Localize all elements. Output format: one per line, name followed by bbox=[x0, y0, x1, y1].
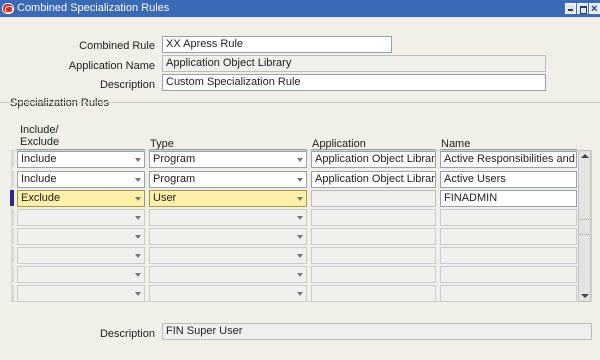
application-field[interactable] bbox=[311, 285, 436, 302]
name-field[interactable] bbox=[440, 228, 577, 245]
type-dropdown[interactable] bbox=[149, 228, 307, 245]
record-indicator[interactable] bbox=[11, 209, 14, 225]
include-exclude-dropdown[interactable]: Include bbox=[17, 171, 145, 188]
maximize-icon[interactable] bbox=[577, 3, 588, 14]
include-exclude-dropdown[interactable]: Exclude bbox=[17, 190, 145, 207]
chevron-down-icon bbox=[297, 292, 303, 296]
scroll-up-icon[interactable] bbox=[580, 152, 589, 161]
name-field[interactable]: FINADMIN bbox=[440, 190, 577, 207]
rules-scrollbar[interactable] bbox=[578, 150, 591, 302]
close-icon[interactable] bbox=[589, 1, 600, 18]
current-record-indicator[interactable] bbox=[10, 190, 14, 206]
minimize-icon[interactable] bbox=[565, 3, 576, 14]
record-indicator[interactable] bbox=[11, 151, 14, 167]
specialization-rules-title: Specialization Rules bbox=[10, 97, 110, 109]
window-titlebar: Combined Specialization Rules bbox=[0, 0, 600, 18]
type-dropdown[interactable]: Program bbox=[149, 171, 307, 188]
chevron-down-icon bbox=[297, 254, 303, 258]
chevron-down-icon bbox=[135, 292, 141, 296]
combined-rule-field[interactable]: XX Apress Rule bbox=[162, 36, 392, 53]
record-indicator[interactable] bbox=[11, 171, 14, 187]
application-field[interactable]: Application Object Library bbox=[311, 151, 436, 168]
include-exclude-dropdown[interactable] bbox=[17, 285, 145, 302]
chevron-down-icon bbox=[297, 216, 303, 220]
section-divider bbox=[0, 102, 600, 103]
type-dropdown[interactable] bbox=[149, 266, 307, 283]
chevron-down-icon bbox=[297, 273, 303, 277]
chevron-down-icon bbox=[135, 178, 141, 182]
chevron-down-icon bbox=[135, 235, 141, 239]
chevron-down-icon bbox=[135, 197, 141, 201]
include-exclude-dropdown[interactable] bbox=[17, 209, 145, 226]
record-indicator[interactable] bbox=[11, 266, 14, 282]
application-field[interactable] bbox=[311, 266, 436, 283]
window-title: Combined Specialization Rules bbox=[17, 2, 170, 14]
include-exclude-dropdown[interactable] bbox=[17, 228, 145, 245]
type-dropdown[interactable] bbox=[149, 247, 307, 264]
name-field[interactable] bbox=[440, 247, 577, 264]
chevron-down-icon bbox=[135, 216, 141, 220]
oracle-app-icon[interactable] bbox=[2, 3, 14, 14]
chevron-down-icon bbox=[135, 273, 141, 277]
chevron-down-icon bbox=[297, 178, 303, 182]
column-header-include-exclude: Include/ Exclude bbox=[20, 124, 60, 148]
type-dropdown[interactable] bbox=[149, 209, 307, 226]
record-indicator[interactable] bbox=[11, 285, 14, 301]
application-name-field[interactable]: Application Object Library bbox=[162, 55, 546, 72]
application-field[interactable] bbox=[311, 209, 436, 226]
application-field[interactable] bbox=[311, 247, 436, 264]
description-field[interactable]: Custom Specialization Rule bbox=[162, 74, 546, 91]
chevron-down-icon bbox=[297, 158, 303, 162]
combined-rule-label: Combined Rule bbox=[79, 40, 155, 52]
name-field[interactable]: Active Responsibilities and U bbox=[440, 151, 577, 168]
name-field[interactable] bbox=[440, 209, 577, 226]
application-name-label: Application Name bbox=[68, 60, 155, 72]
include-exclude-dropdown[interactable] bbox=[17, 247, 145, 264]
application-field[interactable]: Application Object Library bbox=[311, 171, 436, 188]
name-field[interactable] bbox=[440, 285, 577, 302]
type-dropdown[interactable] bbox=[149, 285, 307, 302]
scroll-down-icon[interactable] bbox=[580, 291, 589, 300]
chevron-down-icon bbox=[297, 197, 303, 201]
type-dropdown[interactable]: User bbox=[149, 190, 307, 207]
name-field[interactable] bbox=[440, 266, 577, 283]
chevron-down-icon bbox=[297, 235, 303, 239]
record-indicator[interactable] bbox=[11, 247, 14, 263]
footer-description-field[interactable]: FIN Super User bbox=[162, 323, 592, 340]
name-field[interactable]: Active Users bbox=[440, 171, 577, 188]
footer-description-label: Description bbox=[99, 328, 155, 340]
application-field[interactable] bbox=[311, 228, 436, 245]
description-label: Description bbox=[99, 79, 155, 91]
include-exclude-dropdown[interactable] bbox=[17, 266, 145, 283]
include-exclude-dropdown[interactable]: Include bbox=[17, 151, 145, 168]
type-dropdown[interactable]: Program bbox=[149, 151, 307, 168]
scroll-thumb[interactable] bbox=[580, 219, 589, 235]
record-indicator[interactable] bbox=[11, 228, 14, 244]
chevron-down-icon bbox=[135, 254, 141, 258]
application-field[interactable] bbox=[311, 190, 436, 207]
chevron-down-icon bbox=[135, 158, 141, 162]
